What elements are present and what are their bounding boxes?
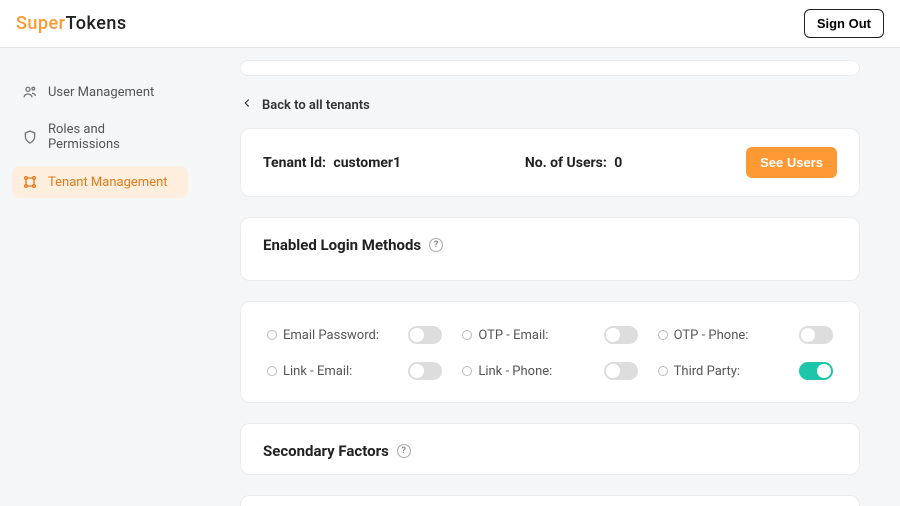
login-method-label-text: OTP - Email:: [478, 328, 548, 343]
info-icon[interactable]: [462, 330, 472, 340]
login-method-row: Link - Phone:: [462, 362, 637, 380]
sidebar-item-label: Tenant Management: [48, 175, 168, 190]
brand-part-a: Super: [16, 13, 66, 34]
arrow-left-icon: [240, 96, 254, 114]
login-methods-card: Enabled Login Methods ?: [240, 217, 860, 281]
secondary-factors-toggles-card: TOTP:OTP - Email:OTP - Phone:: [240, 495, 860, 506]
secondary-factors-card: Secondary Factors ?: [240, 423, 860, 475]
info-icon[interactable]: [267, 330, 277, 340]
login-method-label-text: Third Party:: [674, 364, 740, 379]
see-users-button[interactable]: See Users: [746, 147, 837, 178]
login-method-label: Link - Phone:: [462, 364, 552, 379]
login-method-row: OTP - Email:: [462, 326, 637, 344]
sidebar-item-label: User Management: [48, 85, 154, 100]
users-count-label: No. of Users:: [525, 155, 607, 171]
login-method-label-text: Link - Phone:: [478, 364, 552, 379]
login-method-label-text: Email Password:: [283, 328, 379, 343]
sidebar-item-tenant-management[interactable]: Tenant Management: [12, 166, 188, 198]
back-label: Back to all tenants: [262, 98, 370, 113]
main-content: Back to all tenants Tenant Id: customer1…: [200, 48, 900, 506]
login-method-row: Email Password:: [267, 326, 442, 344]
login-methods-title: Enabled Login Methods: [263, 236, 421, 254]
info-icon[interactable]: [462, 366, 472, 376]
login-method-toggle[interactable]: [799, 326, 833, 344]
tenant-id: Tenant Id: customer1: [263, 155, 401, 171]
info-icon[interactable]: [658, 366, 668, 376]
shield-icon: [22, 129, 38, 145]
login-method-toggle[interactable]: [408, 326, 442, 344]
tenant-id-value: customer1: [333, 155, 401, 171]
login-method-label: OTP - Email:: [462, 328, 548, 343]
login-methods-grid: Email Password: OTP - Email: OTP - Phone: L…: [263, 320, 837, 384]
building-icon: [22, 174, 38, 190]
help-icon[interactable]: ?: [429, 238, 443, 252]
sidebar-item-user-management[interactable]: User Management: [12, 76, 188, 108]
sidebar: User Management Roles and Permissions Te…: [0, 48, 200, 506]
brand-part-b: Tokens: [66, 13, 127, 34]
login-method-label-text: Link - Email:: [283, 364, 352, 379]
login-method-toggle[interactable]: [799, 362, 833, 380]
tenant-summary-card: Tenant Id: customer1 No. of Users: 0 See…: [240, 128, 860, 197]
sidebar-item-roles-permissions[interactable]: Roles and Permissions: [12, 114, 188, 160]
secondary-factors-title: Secondary Factors: [263, 442, 389, 460]
app-header: SuperTokens Sign Out: [0, 0, 900, 48]
login-methods-toggles-card: Email Password: OTP - Email: OTP - Phone: L…: [240, 301, 860, 403]
login-method-toggle[interactable]: [408, 362, 442, 380]
tenant-users: No. of Users: 0: [525, 155, 623, 171]
login-method-label: Email Password:: [267, 328, 379, 343]
users-count-value: 0: [614, 155, 622, 171]
tenant-id-label: Tenant Id:: [263, 155, 326, 171]
login-method-label-text: OTP - Phone:: [674, 328, 749, 343]
login-method-row: OTP - Phone:: [658, 326, 833, 344]
back-to-tenants-link[interactable]: Back to all tenants: [240, 96, 860, 114]
info-icon[interactable]: [658, 330, 668, 340]
login-method-label: OTP - Phone:: [658, 328, 749, 343]
brand-logo: SuperTokens: [16, 13, 127, 34]
login-method-label: Link - Email:: [267, 364, 352, 379]
sidebar-item-label: Roles and Permissions: [48, 122, 178, 152]
sign-out-button[interactable]: Sign Out: [804, 9, 884, 38]
login-method-toggle[interactable]: [604, 326, 638, 344]
login-method-toggle[interactable]: [604, 362, 638, 380]
login-method-label: Third Party:: [658, 364, 740, 379]
users-icon: [22, 84, 38, 100]
login-method-row: Third Party:: [658, 362, 833, 380]
info-icon[interactable]: [267, 366, 277, 376]
help-icon[interactable]: ?: [397, 444, 411, 458]
login-method-row: Link - Email:: [267, 362, 442, 380]
card-stub-top: [240, 60, 860, 76]
